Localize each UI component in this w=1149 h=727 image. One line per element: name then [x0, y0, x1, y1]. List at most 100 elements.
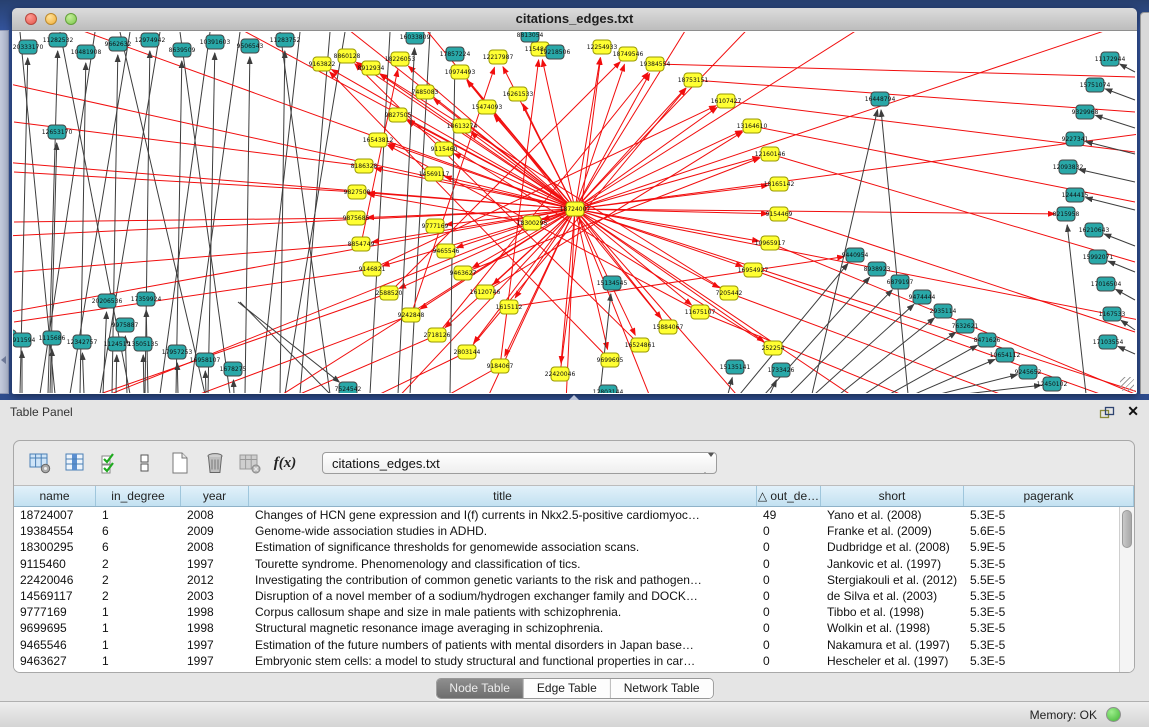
- table-cell[interactable]: 5.3E-5: [964, 604, 1134, 620]
- table-cell[interactable]: 1997: [181, 653, 249, 669]
- table-cell[interactable]: 1: [96, 653, 181, 669]
- close-panel-icon[interactable]: ✕: [1127, 403, 1139, 420]
- table-cell[interactable]: 6: [96, 539, 181, 555]
- table-cell[interactable]: 1: [96, 637, 181, 653]
- table-cell[interactable]: Changes of HCN gene expression and I(f) …: [249, 507, 757, 523]
- table-cell[interactable]: 1997: [181, 556, 249, 572]
- table-cell[interactable]: Jankovic et al. (1997): [821, 556, 964, 572]
- table-cell[interactable]: 1997: [181, 637, 249, 653]
- table-cell[interactable]: 2003: [181, 588, 249, 604]
- table-cell[interactable]: 2009: [181, 523, 249, 539]
- import-table-icon[interactable]: [26, 449, 54, 477]
- table-cell[interactable]: Disruption of a novel member of a sodium…: [249, 588, 757, 604]
- zoom-window-button[interactable]: [65, 13, 77, 25]
- table-cell[interactable]: 5.5E-5: [964, 572, 1134, 588]
- splitter-collapse-icon[interactable]: [1, 356, 6, 364]
- table-cell[interactable]: 0: [757, 588, 821, 604]
- table-cell[interactable]: 1: [96, 604, 181, 620]
- table-cell[interactable]: 0: [757, 556, 821, 572]
- function-builder-icon[interactable]: f(x): [271, 449, 299, 477]
- table-row[interactable]: 2242004622012Investigating the contribut…: [14, 572, 1134, 588]
- table-cell[interactable]: Corpus callosum shape and size in male p…: [249, 604, 757, 620]
- table-cell[interactable]: 0: [757, 604, 821, 620]
- table-cell[interactable]: 9699695: [14, 620, 96, 636]
- tab-node-table[interactable]: Node Table: [436, 679, 524, 698]
- table-cell[interactable]: 0: [757, 637, 821, 653]
- table-cell[interactable]: 0: [757, 539, 821, 555]
- table-cell[interactable]: 18300295: [14, 539, 96, 555]
- table-cell[interactable]: 5.3E-5: [964, 588, 1134, 604]
- table-cell[interactable]: 49: [757, 507, 821, 523]
- table-cell[interactable]: 2: [96, 556, 181, 572]
- tab-edge-table[interactable]: Edge Table: [524, 679, 611, 698]
- table-cell[interactable]: 5.6E-5: [964, 523, 1134, 539]
- table-cell[interactable]: Estimation of the future numbers of pati…: [249, 637, 757, 653]
- scrollbar-thumb[interactable]: [1122, 510, 1132, 548]
- delete-table-icon[interactable]: [236, 449, 264, 477]
- memory-status-indicator[interactable]: [1106, 707, 1121, 722]
- table-cell[interactable]: Stergiakouli et al. (2012): [821, 572, 964, 588]
- table-row[interactable]: 977716911998Corpus callosum shape and si…: [14, 604, 1134, 620]
- table-cell[interactable]: 0: [757, 523, 821, 539]
- window-titlebar[interactable]: citations_edges.txt: [12, 8, 1137, 31]
- table-cell[interactable]: Tibbo et al. (1998): [821, 604, 964, 620]
- table-selector-dropdown[interactable]: citations_edges.txt: [322, 452, 717, 474]
- window-resize-grip[interactable]: [1120, 377, 1134, 391]
- table-vertical-scrollbar[interactable]: [1119, 507, 1134, 672]
- table-row[interactable]: 1456911722003Disruption of a novel membe…: [14, 588, 1134, 604]
- table-cell[interactable]: 18724007: [14, 507, 96, 523]
- table-cell[interactable]: 9463627: [14, 653, 96, 669]
- table-cell[interactable]: Structural magnetic resonance image aver…: [249, 620, 757, 636]
- column-header-short[interactable]: short: [821, 486, 964, 506]
- table-cell[interactable]: 6: [96, 523, 181, 539]
- table-row[interactable]: 946554611997Estimation of the future num…: [14, 637, 1134, 653]
- table-cell[interactable]: 1: [96, 620, 181, 636]
- table-cell[interactable]: de Silva et al. (2003): [821, 588, 964, 604]
- table-cell[interactable]: Embryonic stem cells: a model to study s…: [249, 653, 757, 669]
- table-cell[interactable]: 2008: [181, 507, 249, 523]
- network-view-window[interactable]: citations_edges.txt 18724007115484981221…: [12, 8, 1137, 394]
- control-panel-splitter[interactable]: [0, 30, 9, 394]
- table-cell[interactable]: 1: [96, 507, 181, 523]
- column-header-pagerank[interactable]: pagerank: [964, 486, 1134, 506]
- table-cell[interactable]: 2: [96, 572, 181, 588]
- table-cell[interactable]: 2: [96, 588, 181, 604]
- table-cell[interactable]: Franke et al. (2009): [821, 523, 964, 539]
- delete-trash-icon[interactable]: [201, 449, 229, 477]
- table-cell[interactable]: 5.3E-5: [964, 507, 1134, 523]
- column-header-name[interactable]: name: [14, 486, 96, 506]
- table-row[interactable]: 911546021997Tourette syndrome. Phenomeno…: [14, 556, 1134, 572]
- close-window-button[interactable]: [25, 13, 37, 25]
- table-cell[interactable]: Genome-wide association studies in ADHD.: [249, 523, 757, 539]
- column-header-in_degree[interactable]: in_degree: [96, 486, 181, 506]
- new-document-icon[interactable]: [166, 449, 194, 477]
- table-cell[interactable]: Investigating the contribution of common…: [249, 572, 757, 588]
- table-cell[interactable]: 1998: [181, 604, 249, 620]
- table-cell[interactable]: 0: [757, 572, 821, 588]
- table-cell[interactable]: 19384554: [14, 523, 96, 539]
- table-cell[interactable]: 5.3E-5: [964, 637, 1134, 653]
- table-row[interactable]: 946362711997Embryonic stem cells: a mode…: [14, 653, 1134, 669]
- column-header-year[interactable]: year: [181, 486, 249, 506]
- table-row[interactable]: 1872400712008Changes of HCN gene express…: [14, 507, 1134, 523]
- table-cell[interactable]: 9777169: [14, 604, 96, 620]
- table-cell[interactable]: 14569117: [14, 588, 96, 604]
- table-cell[interactable]: 5.3E-5: [964, 620, 1134, 636]
- row-height-icon[interactable]: [131, 449, 159, 477]
- column-selector-icon[interactable]: [61, 449, 89, 477]
- citation-network-graph[interactable]: 1872400711548498122179871097449374850839…: [13, 32, 1136, 393]
- table-cell[interactable]: Tourette syndrome. Phenomenology and cla…: [249, 556, 757, 572]
- table-cell[interactable]: 5.9E-5: [964, 539, 1134, 555]
- table-cell[interactable]: 5.3E-5: [964, 653, 1134, 669]
- table-cell[interactable]: 1998: [181, 620, 249, 636]
- column-header-title[interactable]: title: [249, 486, 757, 506]
- table-row[interactable]: 1938455462009Genome-wide association stu…: [14, 523, 1134, 539]
- table-cell[interactable]: Nakamura et al. (1997): [821, 637, 964, 653]
- table-cell[interactable]: Yano et al. (2008): [821, 507, 964, 523]
- table-cell[interactable]: 9465546: [14, 637, 96, 653]
- table-row[interactable]: 969969511998Structural magnetic resonanc…: [14, 620, 1134, 636]
- table-cell[interactable]: 0: [757, 620, 821, 636]
- table-cell[interactable]: Estimation of significance thresholds fo…: [249, 539, 757, 555]
- float-panel-icon[interactable]: [1099, 406, 1115, 420]
- tab-network-table[interactable]: Network Table: [611, 679, 713, 698]
